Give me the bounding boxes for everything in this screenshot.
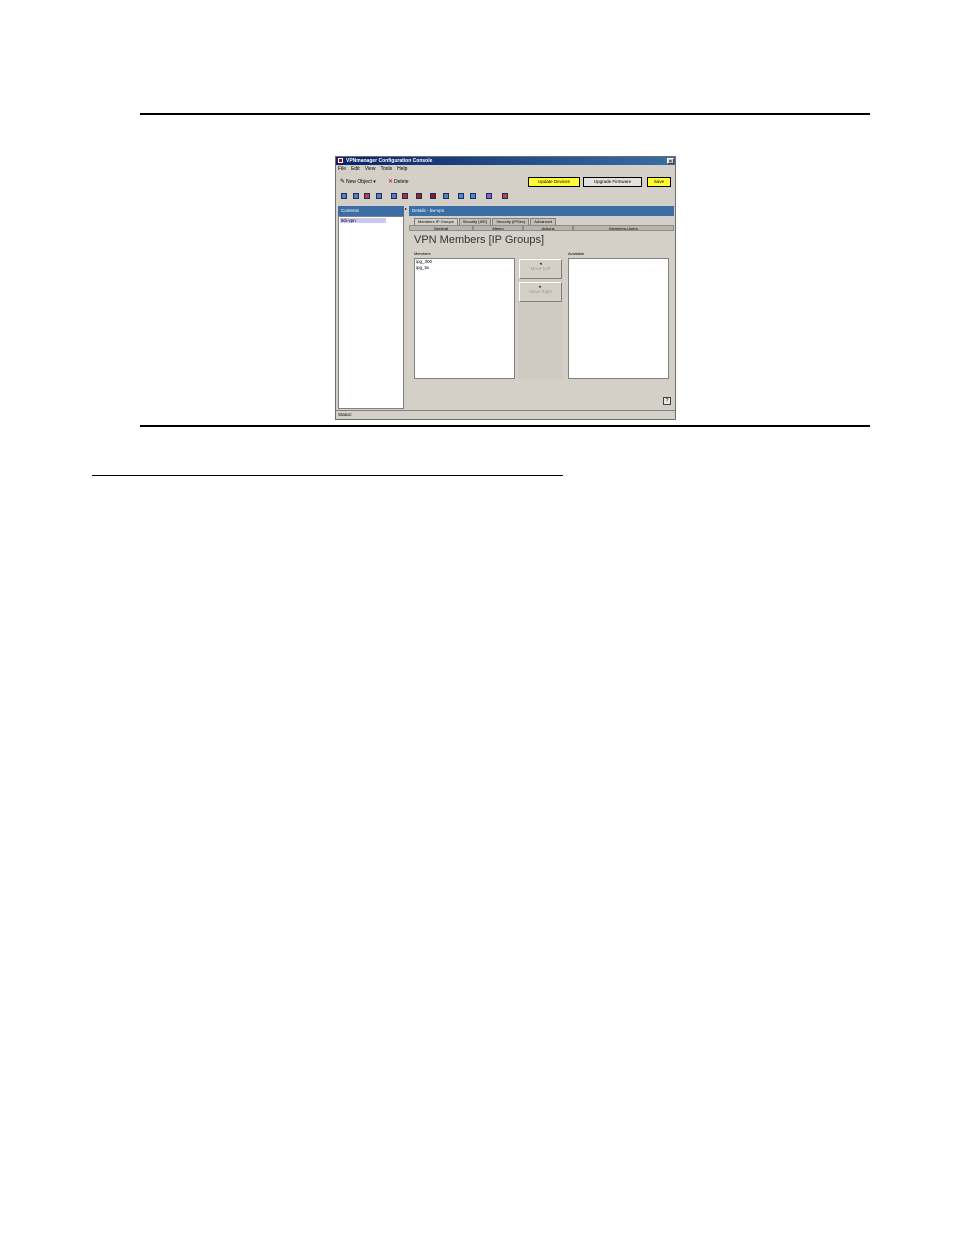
delete-button[interactable]: ✕Delete [388,179,408,185]
new-object-button[interactable]: ✎New Object ▾ [340,179,376,185]
app-icon [338,158,343,163]
menu-edit[interactable]: Edit [351,167,360,174]
contents-tree[interactable]: Ikb-vpn [338,216,404,409]
menu-view[interactable]: View [365,167,376,174]
move-right-label: Move Right [529,289,552,294]
report-icon[interactable] [458,193,464,199]
page-title: VPN Members [IP Groups] [414,234,545,246]
log-icon[interactable] [443,193,449,199]
tool-icon[interactable] [502,193,508,199]
list-item[interactable]: ipg_5x [416,265,429,271]
update-devices-button[interactable]: Update Devices [528,177,580,187]
delete-icon: ✕ [388,179,394,185]
top-rule [140,113,870,115]
new-object-label: New Object [346,179,372,185]
upgrade-firmware-button[interactable]: Upgrade Firmware [583,177,642,187]
icon-toolbar [338,192,673,201]
menu-tools[interactable]: Tools [380,167,392,174]
contents-header: Contents [338,206,404,216]
security-icon[interactable] [402,193,408,199]
user-icon[interactable] [376,193,382,199]
move-left-label: Move Left [530,266,551,271]
splitter-arrow-icon[interactable]: ▸ [405,207,407,211]
tree-item-vpn[interactable]: Ikb-vpn [340,218,386,223]
tab-security-ike[interactable]: Security (IKE) [458,218,492,225]
members-label: Members [414,251,431,256]
new-object-dropdown-icon[interactable]: ▾ [373,179,376,185]
monitor-icon[interactable] [470,193,476,199]
app-window: VPNmanager Configuration Console × File … [335,156,676,420]
status-bar: Status: [336,410,675,419]
alarm-icon[interactable] [486,193,492,199]
details-panel: VPN Members [IP Groups] Members Availabl… [409,231,674,409]
schedule-icon[interactable] [430,193,436,199]
list-item[interactable]: ipg_300 [416,259,432,265]
title-bar: VPNmanager Configuration Console × [336,157,675,165]
window-title: VPNmanager Configuration Console [346,157,433,164]
vpn-icon[interactable] [391,193,397,199]
tab-bar: Members IP Groups Security (IKE) Securit… [414,218,557,225]
status-label: Status: [338,412,353,417]
domain-icon[interactable] [341,193,347,199]
device-icon[interactable] [353,193,359,199]
section-rule [92,475,563,476]
delete-label: Delete [394,179,409,185]
policy-icon[interactable] [416,193,422,199]
bottom-rule [140,425,870,427]
new-object-icon: ✎ [340,179,346,185]
available-label: Available [568,251,585,256]
main-toolbar: ✎New Object ▾ ✕Delete Update Devices Upg… [338,177,673,188]
tab-advanced[interactable]: Advanced [530,218,557,225]
available-list[interactable] [568,258,669,379]
ipgroup-icon[interactable] [364,193,370,199]
menu-file[interactable]: File [338,167,346,174]
move-left-button[interactable]: ◂ Move Left [519,259,562,279]
tab-members-ip-groups[interactable]: Members IP Groups [414,218,458,225]
tab-security-ipsec[interactable]: Security (IPSec) [492,218,530,225]
save-button[interactable]: Save [647,177,671,187]
details-header: Details - bw-vpn [409,206,674,216]
close-icon[interactable]: × [667,158,674,165]
move-right-button[interactable]: ▸ Move Right [519,282,562,302]
menu-bar: File Edit View Tools Help [338,167,407,174]
menu-help[interactable]: Help [397,167,407,174]
help-icon[interactable]: ? [663,397,671,405]
members-list[interactable]: ipg_300 ipg_5x [414,258,515,379]
